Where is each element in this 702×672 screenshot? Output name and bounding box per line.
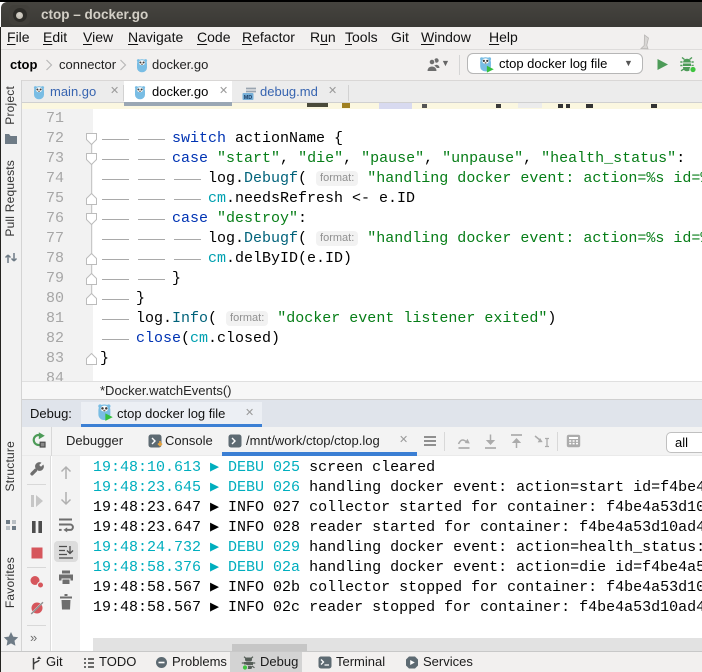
svg-text:MD: MD [244,95,253,100]
